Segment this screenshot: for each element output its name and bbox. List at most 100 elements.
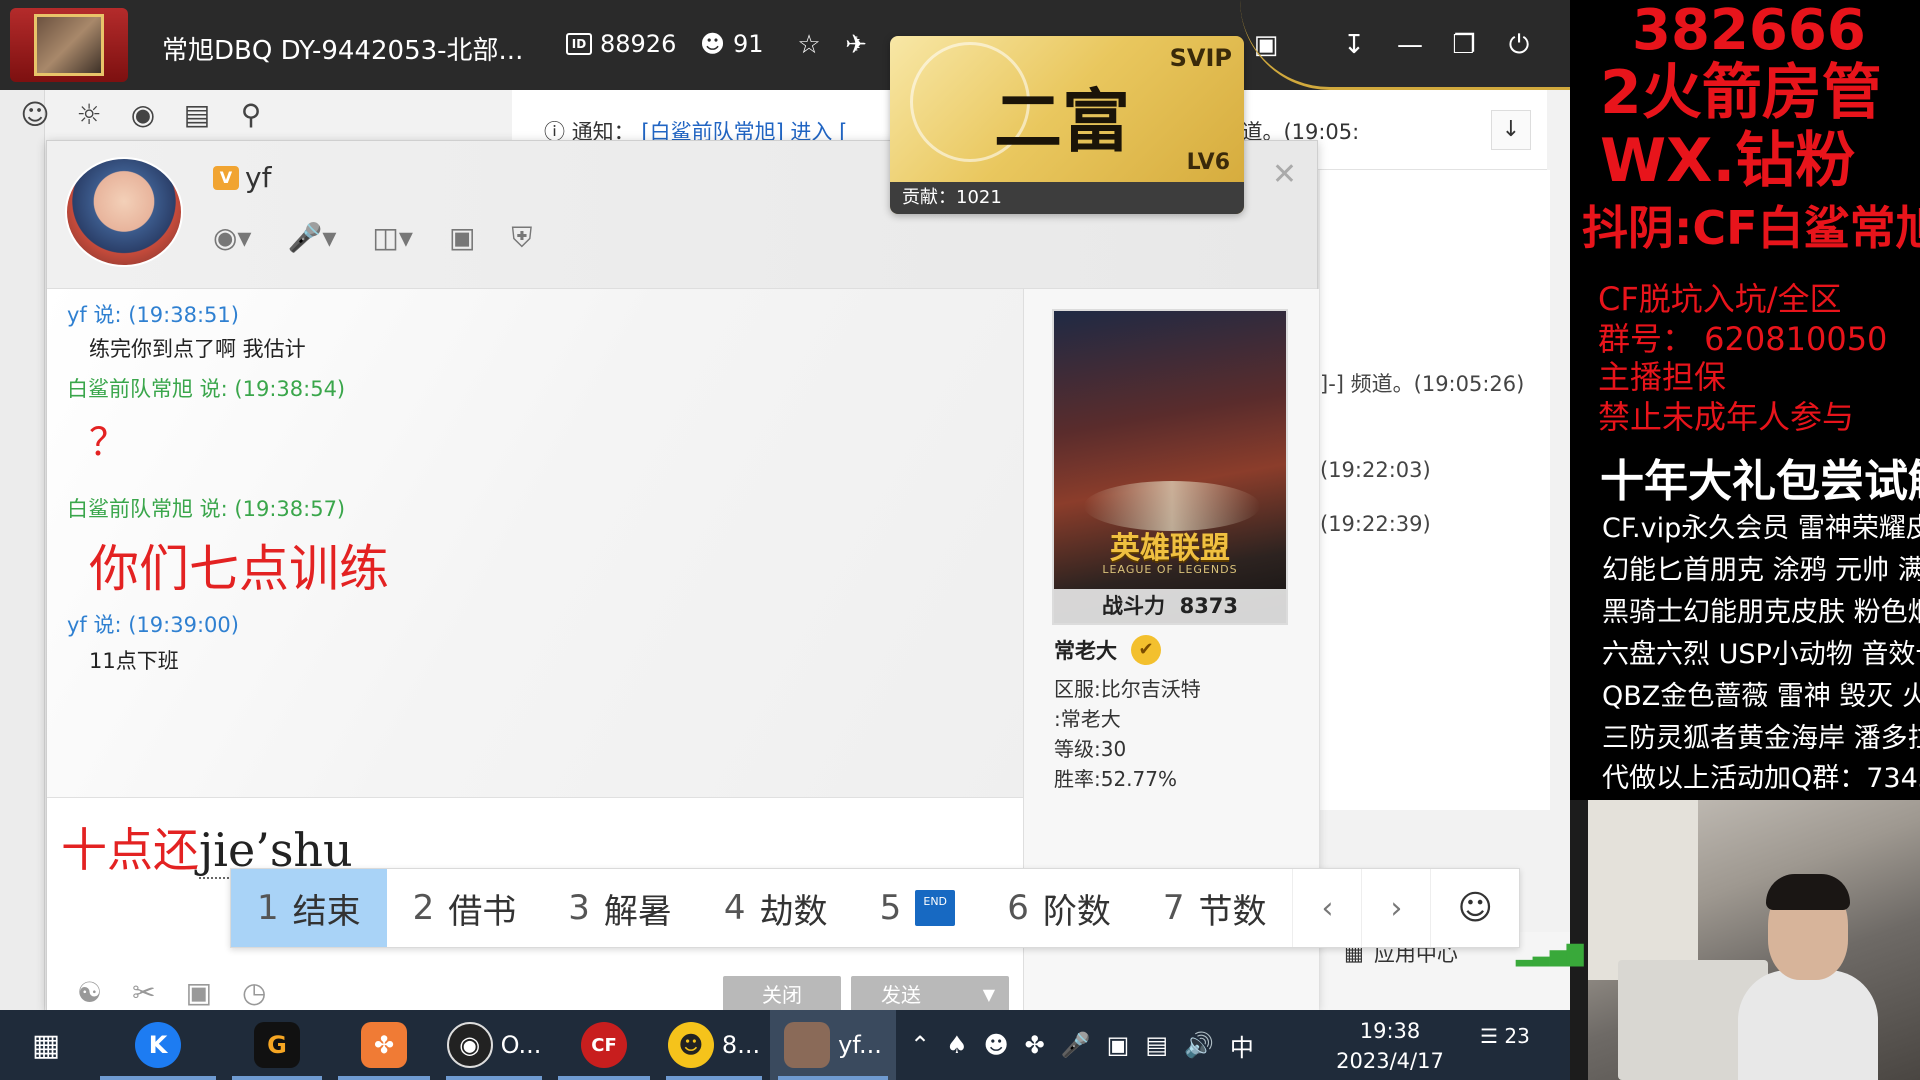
compose-committed-text: 十点还 <box>61 823 199 877</box>
profile-name-text: 常老大 <box>1054 639 1117 663</box>
scissors-icon[interactable]: ✂ <box>132 976 155 1009</box>
ime-candidate[interactable]: 3 解暑 <box>542 869 698 947</box>
profile-name: 常老大 ✔ <box>1054 635 1161 665</box>
notification-center[interactable]: ☰ 23 <box>1480 1024 1530 1066</box>
taskbar-app-label: yf... <box>838 1031 882 1059</box>
palette-icon[interactable]: ☯ <box>77 976 102 1009</box>
channel-title: 常旭DBQ DY-9442053-北部... <box>162 36 524 66</box>
contribution-value: 1021 <box>956 187 1002 208</box>
end-key-icon: END <box>915 890 956 926</box>
taskbar-app-cf[interactable]: CF <box>550 1010 658 1080</box>
channel-id: ID 88926 <box>566 30 676 58</box>
start-button[interactable]: ▦ <box>0 1010 92 1080</box>
overlay-promo-line: CF.vip永久会员 雷神荣耀皮肤 <box>1602 513 1920 544</box>
game-poster[interactable]: 英雄联盟 LEAGUE OF LEGENDS 战斗力 8373 <box>1052 309 1288 625</box>
chevron-down-icon[interactable]: ▼ <box>983 976 995 1014</box>
taskbar-app-g[interactable]: G <box>224 1010 330 1080</box>
peer-avatar[interactable] <box>65 157 183 267</box>
overlay-line: 抖阴:CF白鲨常旭 <box>1582 201 1920 255</box>
taskbar-app-kugou[interactable]: K <box>92 1010 224 1080</box>
scroll-down-icon[interactable]: ↓ <box>1491 110 1531 150</box>
bird-tray-icon[interactable]: ✤ <box>1025 1031 1045 1059</box>
windows-logo-icon: ▦ <box>31 1027 61 1063</box>
overlay-promo-line: 黑骑士幻能朋克皮肤 粉色烟雾弹 <box>1602 597 1920 628</box>
combat-power-label: 战斗力 <box>1101 594 1165 618</box>
chat-header-tools: ◉▾ 🎤▾ ◫▾ ▣ ⛨ <box>213 221 532 255</box>
candidate-number: 5 <box>879 888 902 928</box>
screen-share-icon[interactable]: ▣ <box>449 221 475 255</box>
webcam-wall <box>1588 800 1698 980</box>
message-text: ？ <box>89 420 128 464</box>
id-icon: ID <box>566 33 592 55</box>
microphone-icon[interactable]: 🎤 <box>1061 1031 1091 1059</box>
file-transfer-icon[interactable]: ◫▾ <box>372 221 413 255</box>
send-button[interactable]: 发送 ▼ <box>851 976 1009 1014</box>
microphone-icon[interactable]: 🎤▾ <box>288 221 337 255</box>
overlay-promo-line: 六盘六烈 USP小动物 音效卡 皮肤 <box>1602 639 1920 670</box>
yy-bear-icon: ☻ <box>667 1022 714 1068</box>
overlay-room-number: 382666 <box>1632 0 1866 63</box>
monitor-icon[interactable]: ▣ <box>1107 1031 1130 1059</box>
input-tools: ☯ ✂ ▣ ◷ <box>77 976 266 1009</box>
candidate-word: 结束 <box>292 891 361 932</box>
star-icon[interactable]: ☆ <box>793 30 825 60</box>
camera-icon[interactable]: ◉▾ <box>213 221 252 255</box>
overlay-info-line: 禁止未成年人参与 <box>1598 398 1855 436</box>
close-button[interactable]: 关闭 <box>723 976 841 1014</box>
overlay-promo-line: 三防灵狐者黄金海岸 潘多拉X <box>1602 723 1920 754</box>
overlay-promo-line: QBZ金色蔷薇 雷神 毁灭 火麒麟 <box>1602 681 1920 712</box>
bear-tray-icon[interactable]: ☻ <box>984 1031 1009 1059</box>
overlay-promo-line: 幻能匕首朋克 涂鸦 元帅 满级 <box>1602 555 1920 586</box>
svip-tag: SVIP <box>1169 44 1232 72</box>
left-rail <box>0 90 45 1010</box>
volume-icon[interactable]: 🔊 <box>1184 1031 1214 1059</box>
image-icon[interactable]: ▣ <box>186 976 212 1009</box>
taskbar-app-bird[interactable]: ✤ <box>330 1010 438 1080</box>
user-icon[interactable]: ☺ <box>18 98 52 132</box>
kugou-icon: K <box>135 1022 181 1068</box>
chevron-up-icon[interactable]: ⌃ <box>910 1031 930 1059</box>
clock-date: 2023/4/17 <box>1336 1049 1444 1073</box>
ime-indicator[interactable]: 中 <box>1230 1028 1254 1063</box>
list-icon[interactable]: ▤ <box>180 98 214 132</box>
profile-server: 区服:比尔吉沃特 <box>1054 677 1201 701</box>
history-icon[interactable]: ◷ <box>242 976 266 1009</box>
bird-icon: ✤ <box>361 1022 407 1068</box>
location-icon[interactable]: ◉ <box>126 98 160 132</box>
top-tool-icons: ☺ ☼ ◉ ▤ ⚲ <box>18 98 268 132</box>
ime-candidate[interactable]: 6 阶数 <box>981 869 1137 947</box>
shield-icon[interactable]: ⛨ <box>511 221 532 255</box>
chevron-right-icon[interactable]: › <box>1361 869 1430 947</box>
taskbar-app-yy[interactable]: ☻ 8... <box>658 1010 770 1080</box>
chevron-left-icon[interactable]: ‹ <box>1292 869 1361 947</box>
ime-candidate[interactable]: 2 借书 <box>387 869 543 947</box>
plane-icon[interactable]: ✈ <box>840 30 872 60</box>
ime-candidate[interactable]: 7 节数 <box>1137 869 1293 947</box>
contribution-label: 贡献： <box>902 187 956 208</box>
overlay-info-line: 群号： 620810050 <box>1598 320 1888 358</box>
close-icon[interactable]: ✕ <box>1272 157 1297 192</box>
qq-icon[interactable]: ♠ <box>946 1031 968 1059</box>
message-sender: 白鲨前队常旭 说: (19:38:54) <box>67 377 346 401</box>
search-icon[interactable]: ⚲ <box>234 98 268 132</box>
poster-subtitle: LEAGUE OF LEGENDS <box>1102 563 1238 576</box>
overlay-info-line: CF脱坑入坑/全区 <box>1598 280 1842 318</box>
channel-avatar-badge[interactable] <box>10 8 128 82</box>
crossfire-icon: CF <box>581 1022 627 1068</box>
obs-icon: ◉ <box>446 1022 493 1068</box>
chat-bubble-icon[interactable]: ☼ <box>72 98 106 132</box>
system-tray: ⌃ ♠ ☻ ✤ 🎤 ▣ ▤ 🔊 中 <box>910 1010 1254 1080</box>
ime-candidate[interactable]: 5 END <box>854 869 982 947</box>
network-icon[interactable]: ▤ <box>1145 1031 1168 1059</box>
taskbar-app-obs[interactable]: ◉ O... <box>438 1010 550 1080</box>
profile-level: 等级:30 <box>1054 737 1127 761</box>
ime-candidate[interactable]: 4 劫数 <box>698 869 854 947</box>
taskbar-clock[interactable]: 19:38 2023/4/17 <box>1330 1016 1450 1076</box>
emoji-icon[interactable]: ☺ <box>1430 869 1519 947</box>
taskbar-app-chat[interactable]: yf... <box>770 1010 896 1080</box>
peer-name: V yf <box>213 161 271 194</box>
ime-candidate[interactable]: 1 结束 <box>231 869 387 947</box>
streamer-hair <box>1766 874 1850 910</box>
streamer <box>1738 860 1878 1080</box>
message-text: 练完你到点了啊 我估计 <box>89 337 306 361</box>
